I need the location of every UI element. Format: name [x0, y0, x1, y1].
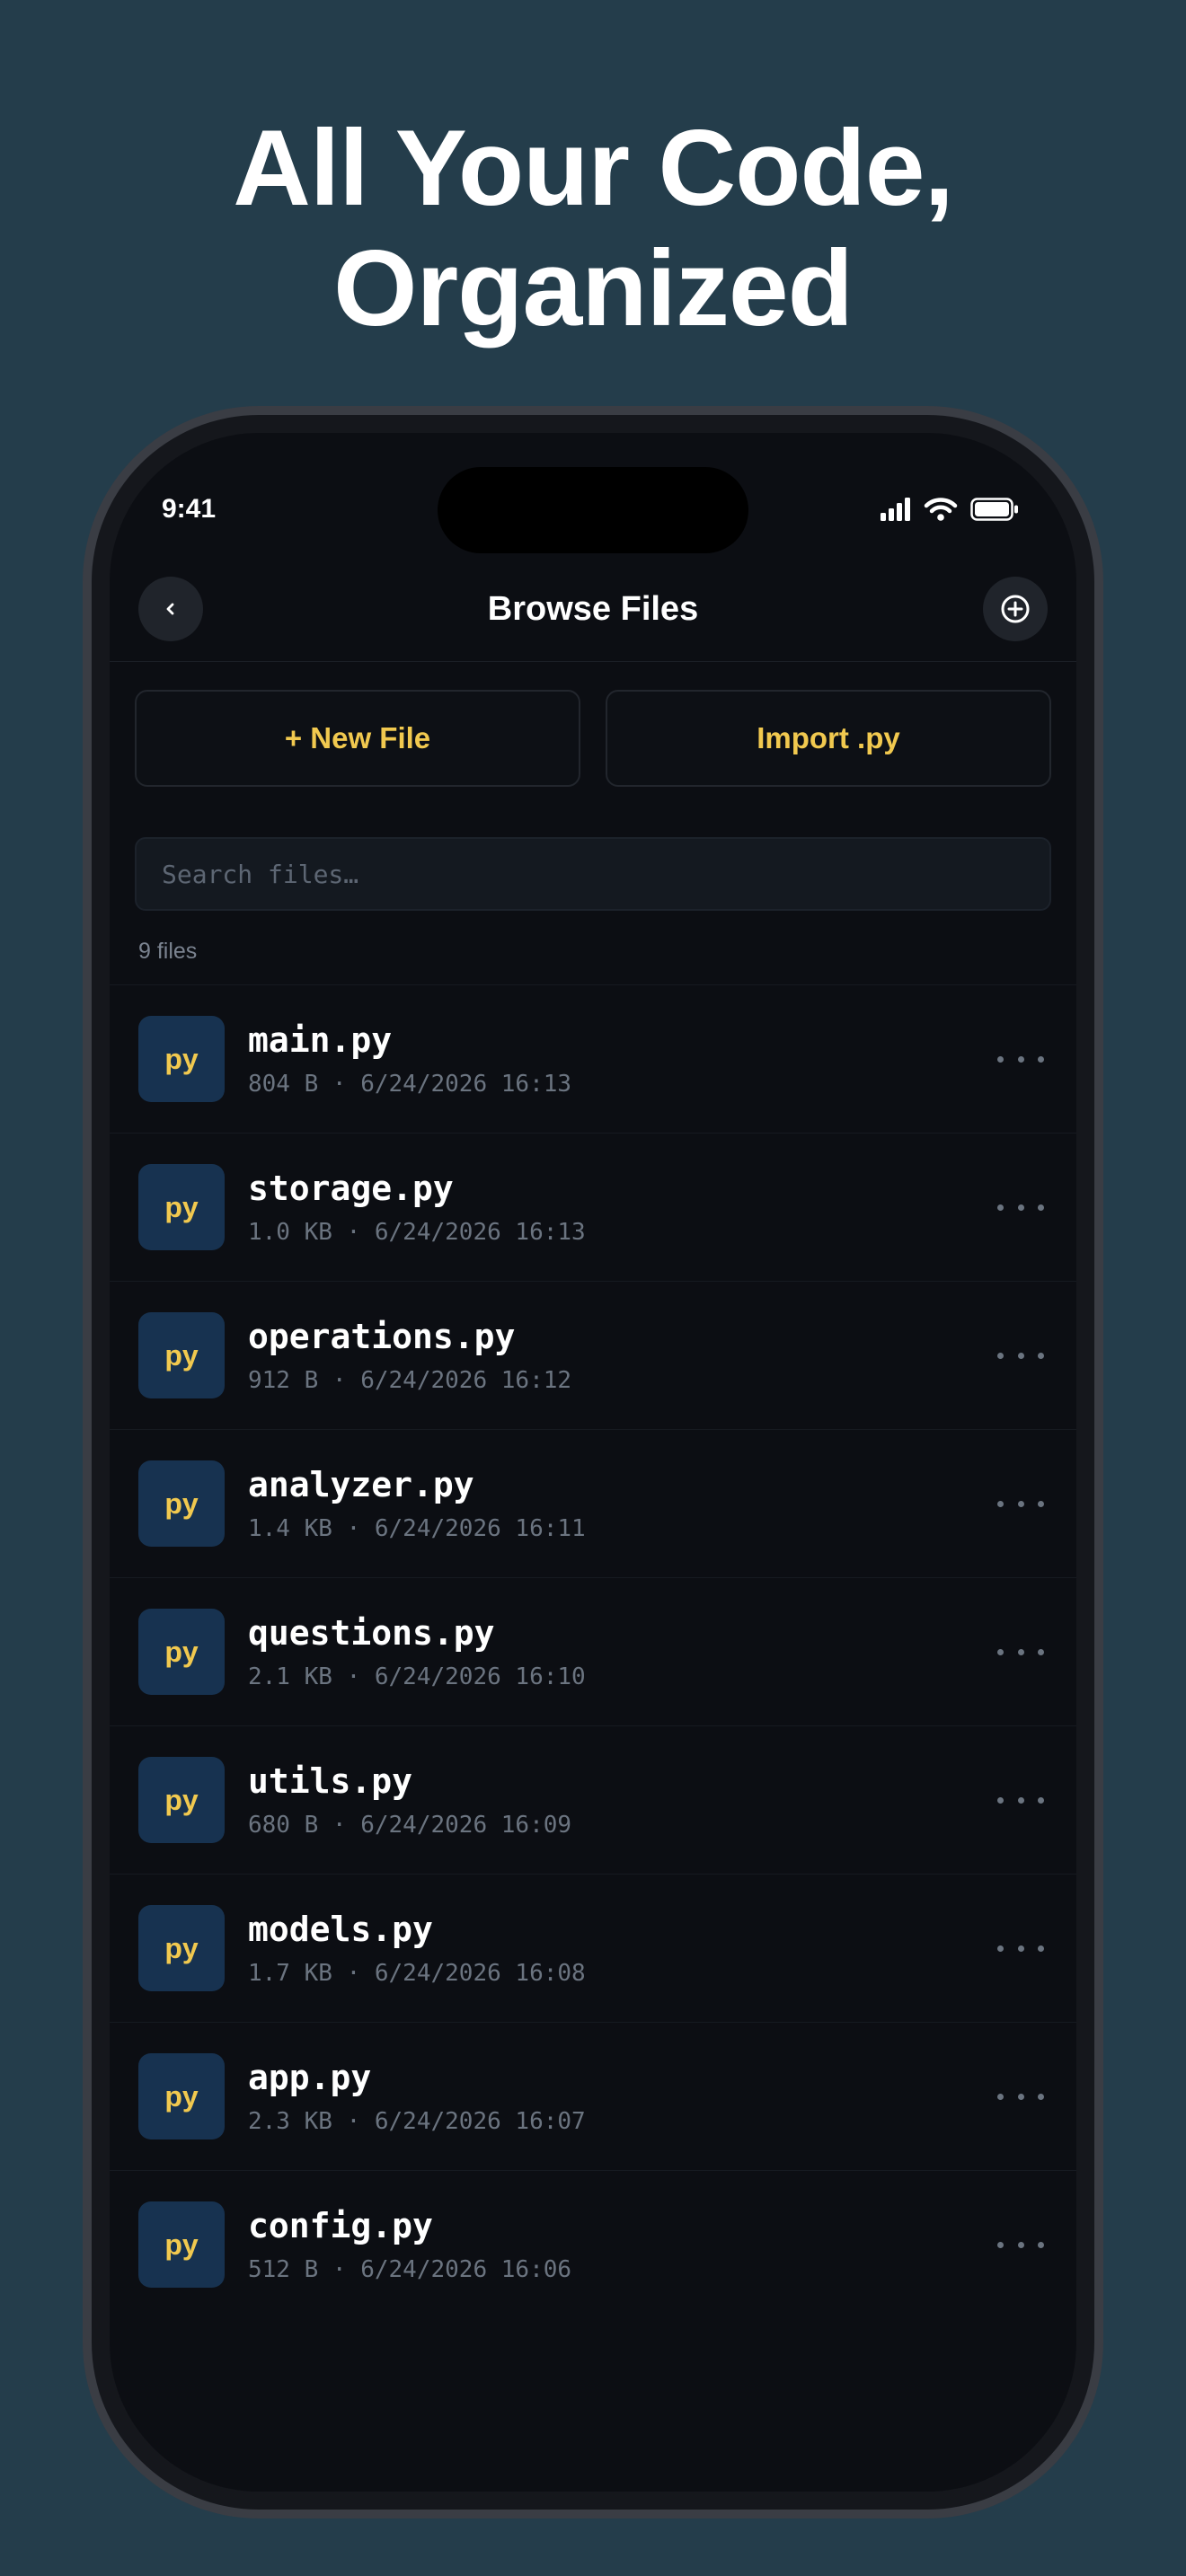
more-options-icon[interactable] [997, 1784, 1044, 1816]
more-options-icon[interactable] [997, 2228, 1044, 2261]
page-title: Browse Files [487, 590, 699, 628]
status-time: 9:41 [162, 494, 217, 524]
python-file-icon: py [138, 1757, 225, 1843]
file-row[interactable]: py utils.py 680 B · 6/24/2026 16:09 [110, 1725, 1076, 1874]
search-input[interactable]: Search files… [135, 837, 1051, 911]
more-options-icon[interactable] [997, 2080, 1044, 2113]
python-file-icon: py [138, 1164, 225, 1250]
headline-line-1: All Your Code, [233, 108, 954, 228]
wifi-icon [924, 498, 958, 521]
file-name: storage.py [248, 1169, 454, 1208]
file-count: 9 files [138, 939, 198, 964]
python-file-icon: py [138, 1609, 225, 1695]
python-file-icon: py [138, 1016, 225, 1102]
file-name: questions.py [248, 1613, 495, 1653]
phone-screen: 9:41 Browse Files + New File Import .py … [110, 433, 1076, 2492]
file-name: utils.py [248, 1761, 413, 1801]
more-options-icon[interactable] [997, 1487, 1044, 1520]
navigation-bar: Browse Files [110, 559, 1076, 662]
file-list: py main.py 804 B · 6/24/2026 16:13 py storag… [110, 984, 1076, 2318]
new-file-button[interactable]: + New File [135, 690, 580, 787]
plus-circle-icon [1001, 595, 1030, 623]
cellular-signal-icon [881, 498, 910, 521]
python-file-icon: py [138, 2201, 225, 2288]
file-meta: 1.0 KB · 6/24/2026 16:13 [248, 1219, 586, 1246]
file-meta: 804 B · 6/24/2026 16:13 [248, 1071, 572, 1098]
import-py-button[interactable]: Import .py [606, 690, 1051, 787]
file-row[interactable]: py analyzer.py 1.4 KB · 6/24/2026 16:11 [110, 1429, 1076, 1577]
add-button[interactable] [983, 577, 1048, 641]
file-name: operations.py [248, 1317, 516, 1356]
file-row[interactable]: py operations.py 912 B · 6/24/2026 16:12 [110, 1281, 1076, 1429]
file-meta: 1.4 KB · 6/24/2026 16:11 [248, 1515, 586, 1542]
file-meta: 912 B · 6/24/2026 16:12 [248, 1367, 572, 1394]
file-meta: 512 B · 6/24/2026 16:06 [248, 2256, 572, 2283]
python-file-icon: py [138, 1905, 225, 1991]
file-name: models.py [248, 1910, 433, 1949]
file-row[interactable]: py config.py 512 B · 6/24/2026 16:06 [110, 2170, 1076, 2318]
python-file-icon: py [138, 1460, 225, 1547]
more-options-icon[interactable] [997, 1191, 1044, 1223]
more-options-icon[interactable] [997, 1932, 1044, 1964]
file-row[interactable]: py models.py 1.7 KB · 6/24/2026 16:08 [110, 1874, 1076, 2022]
file-meta: 2.3 KB · 6/24/2026 16:07 [248, 2108, 586, 2135]
dynamic-island [438, 467, 748, 553]
battery-icon [970, 498, 1018, 521]
file-name: app.py [248, 2058, 372, 2097]
more-options-icon[interactable] [997, 1339, 1044, 1372]
python-file-icon: py [138, 1312, 225, 1398]
more-options-icon[interactable] [997, 1043, 1044, 1075]
file-row[interactable]: py questions.py 2.1 KB · 6/24/2026 16:10 [110, 1577, 1076, 1725]
file-row[interactable]: py storage.py 1.0 KB · 6/24/2026 16:13 [110, 1133, 1076, 1281]
file-name: config.py [248, 2206, 433, 2245]
file-row[interactable]: py app.py 2.3 KB · 6/24/2026 16:07 [110, 2022, 1076, 2170]
python-file-icon: py [138, 2053, 225, 2139]
marketing-headline: All Your Code, Organized [0, 108, 1186, 348]
file-name: analyzer.py [248, 1465, 474, 1504]
file-name: main.py [248, 1020, 393, 1060]
file-meta: 1.7 KB · 6/24/2026 16:08 [248, 1960, 586, 1987]
more-options-icon[interactable] [997, 1636, 1044, 1668]
headline-line-2: Organized [333, 228, 854, 348]
file-meta: 680 B · 6/24/2026 16:09 [248, 1812, 572, 1839]
status-icons [881, 496, 1019, 523]
file-meta: 2.1 KB · 6/24/2026 16:10 [248, 1663, 586, 1690]
file-row[interactable]: py main.py 804 B · 6/24/2026 16:13 [110, 984, 1076, 1133]
